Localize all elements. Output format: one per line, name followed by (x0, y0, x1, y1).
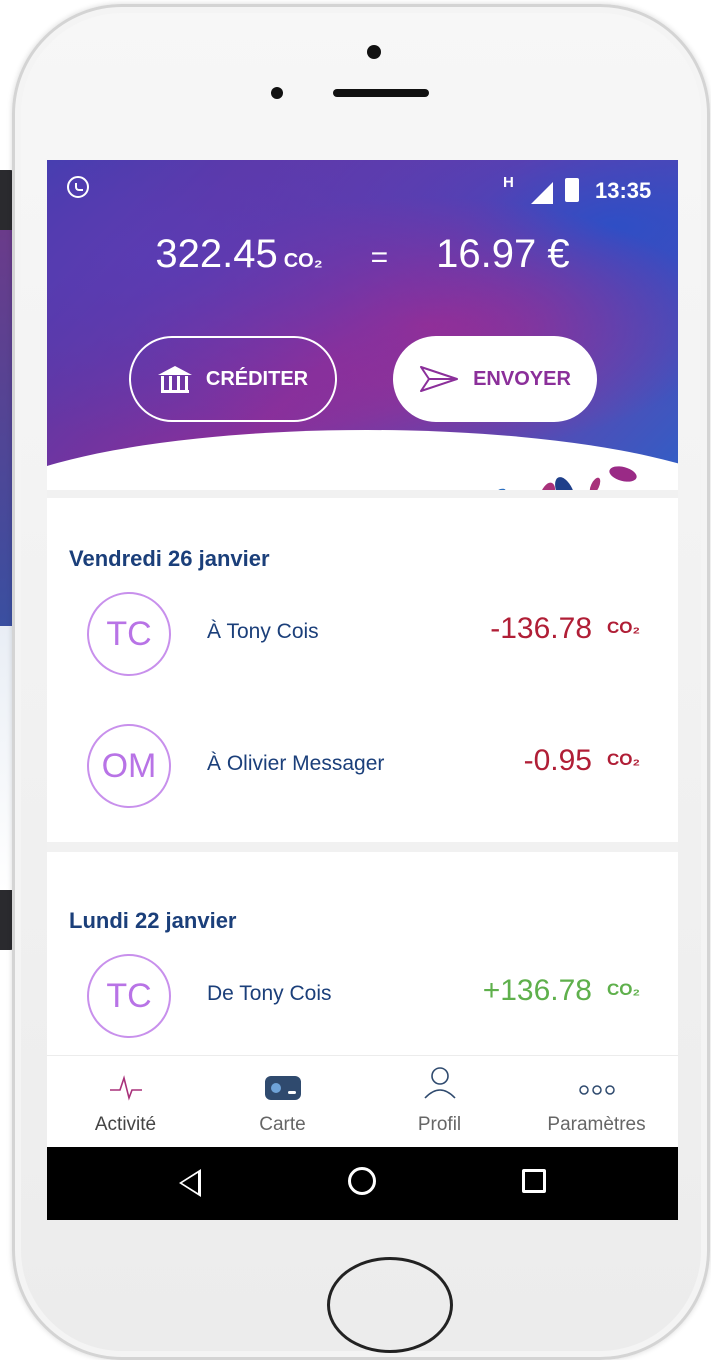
app-screen: H 13:35 322.45 CO₂ = 16.97 € CRÉDITER EN… (47, 160, 678, 1220)
earpiece-speaker (333, 89, 429, 97)
status-bar: H 13:35 (47, 168, 678, 208)
tab-activity[interactable]: Activité (47, 1056, 204, 1148)
co2-balance: 322.45 (155, 232, 278, 276)
bottom-tab-bar: Activité Carte Profil Paramètres (47, 1055, 678, 1148)
co2-unit-icon: CO₂ (283, 250, 323, 272)
section-divider (47, 842, 678, 852)
tab-label: Profil (417, 1114, 462, 1135)
transaction-row[interactable]: TC À Tony Cois -136.78 CO₂ (47, 592, 678, 692)
balance-display: 322.45 CO₂ = 16.97 € (47, 232, 678, 277)
date-heading: Vendredi 26 janvier (69, 546, 270, 571)
euro-balance: 16.97 € (436, 232, 570, 276)
home-icon[interactable] (348, 1167, 376, 1195)
tab-card[interactable]: Carte (204, 1056, 361, 1148)
profile-icon (423, 1067, 456, 1099)
tab-label: Paramètres (547, 1114, 646, 1135)
more-icon (578, 1085, 615, 1095)
battery-icon (565, 178, 579, 202)
status-time: 13:35 (595, 178, 652, 203)
co2-unit-icon: CO₂ (606, 618, 640, 637)
avatar: TC (87, 954, 171, 1038)
transaction-row[interactable]: TC De Tony Cois +136.78 CO₂ (47, 954, 678, 1054)
equals-sign: = (370, 241, 389, 274)
avatar: OM (87, 724, 171, 808)
whatsapp-notification-icon (67, 176, 89, 198)
transaction-amount: -0.95 (523, 744, 592, 777)
transaction-name: À Tony Cois (207, 620, 319, 643)
recent-apps-icon[interactable] (522, 1169, 546, 1193)
date-heading: Lundi 22 janvier (69, 908, 237, 933)
send-button[interactable]: ENVOYER (393, 336, 597, 422)
avatar: TC (87, 592, 171, 676)
bank-icon (157, 366, 192, 393)
card-icon (264, 1076, 301, 1100)
tab-profile[interactable]: Profil (361, 1056, 518, 1148)
section-divider (47, 490, 678, 498)
tab-settings[interactable]: Paramètres (518, 1056, 675, 1148)
transaction-amount: -136.78 (490, 612, 592, 645)
transaction-name: À Olivier Messager (207, 752, 385, 775)
proximity-sensor (271, 87, 283, 99)
transaction-name: De Tony Cois (207, 982, 332, 1005)
front-camera (367, 45, 381, 59)
transaction-list: Vendredi 26 janvier TC À Tony Cois -136.… (47, 490, 678, 1060)
back-icon[interactable] (179, 1169, 201, 1197)
co2-unit-icon: CO₂ (606, 750, 640, 769)
android-navigation-bar (47, 1147, 678, 1220)
hardware-home-button[interactable] (327, 1257, 453, 1353)
network-type: H (503, 174, 514, 191)
credit-button-label: CRÉDITER (205, 367, 309, 390)
credit-button[interactable]: CRÉDITER (129, 336, 337, 422)
send-button-label: ENVOYER (473, 367, 571, 390)
signal-icon (531, 182, 553, 204)
tab-label: Carte (259, 1114, 306, 1135)
paper-plane-icon (419, 365, 459, 393)
co2-unit-icon: CO₂ (606, 980, 640, 999)
transaction-row[interactable]: OM À Olivier Messager -0.95 CO₂ (47, 724, 678, 824)
transaction-amount: +136.78 (482, 974, 592, 1007)
activity-icon (109, 1075, 142, 1101)
tab-label: Activité (94, 1114, 157, 1135)
